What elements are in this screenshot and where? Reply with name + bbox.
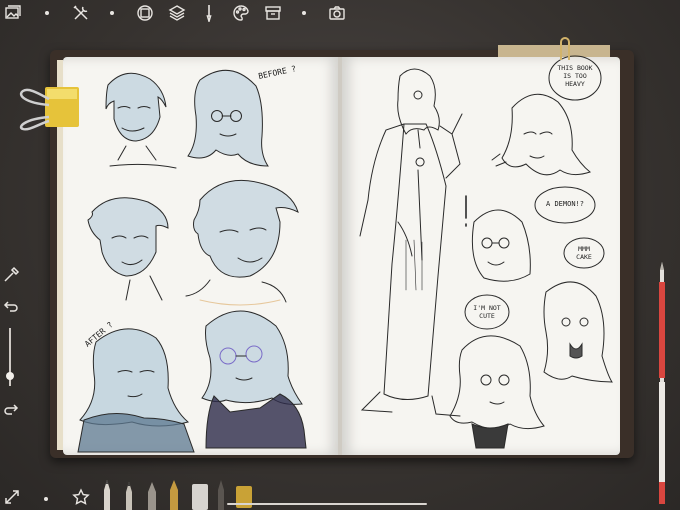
binder-clip xyxy=(19,87,79,131)
brush-eraser xyxy=(192,484,208,510)
sketch-face xyxy=(449,335,545,449)
ring-clip xyxy=(560,37,570,60)
slider-knob[interactable] xyxy=(6,372,14,380)
brush-brushpen xyxy=(218,480,224,510)
eyedropper-icon[interactable] xyxy=(2,266,20,284)
sketch-face xyxy=(87,197,169,301)
brush-marker xyxy=(170,480,178,510)
sketch-face xyxy=(201,310,307,449)
brush-selection-indicator xyxy=(227,503,427,505)
bubble-not-cute: I'M NOT CUTE xyxy=(473,304,501,320)
brush-pencil xyxy=(104,480,110,510)
bubble-mmm-cake: MMM CAKE xyxy=(576,245,592,261)
red-pen[interactable] xyxy=(656,262,668,506)
sketch-standing-figure xyxy=(359,68,463,417)
bubble-demon: A DEMON!? xyxy=(546,200,584,208)
sketch-face xyxy=(543,281,613,383)
sketch-face xyxy=(187,69,269,167)
brush-ink-pen xyxy=(126,482,132,510)
sketch-face xyxy=(185,179,299,306)
sketch-face xyxy=(77,328,195,453)
undo-icon[interactable] xyxy=(2,297,20,315)
brush-fineliner xyxy=(148,482,156,510)
sketch-face xyxy=(105,72,177,169)
sketch-face xyxy=(501,93,592,176)
sketch-face xyxy=(471,209,531,282)
redo-icon[interactable] xyxy=(2,400,20,418)
bubble-this-book: THIS BOOK IS TOO HEAVY xyxy=(557,64,593,88)
